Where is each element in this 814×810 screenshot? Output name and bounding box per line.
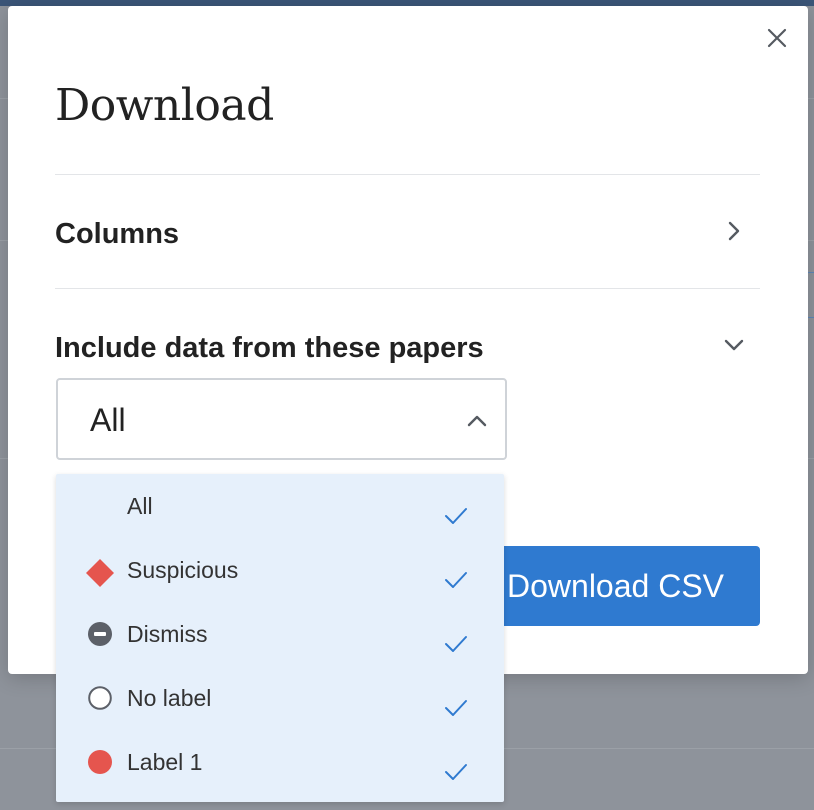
- papers-section-label: Include data from these papers: [55, 332, 484, 364]
- chevron-up-icon: [466, 410, 488, 432]
- option-no-label[interactable]: No label: [56, 666, 504, 730]
- option-label: Suspicious: [127, 557, 239, 583]
- divider: [55, 288, 760, 289]
- option-label: No label: [127, 685, 212, 711]
- dialog-title: Download: [55, 80, 274, 131]
- chevron-down-icon: [723, 334, 745, 356]
- check-icon: [444, 760, 468, 784]
- option-label: Label 1: [127, 749, 203, 775]
- paper-filter-dropdown: All Suspicious Dismiss No label Label 1: [56, 474, 504, 802]
- close-button[interactable]: [765, 26, 789, 50]
- option-dismiss[interactable]: Dismiss: [56, 602, 504, 666]
- option-label: All: [127, 493, 153, 519]
- check-icon: [444, 696, 468, 720]
- option-label-1[interactable]: Label 1: [56, 730, 504, 794]
- columns-section-toggle[interactable]: Columns: [55, 211, 760, 251]
- columns-section-label: Columns: [55, 218, 180, 250]
- red-diamond-icon: [86, 559, 114, 587]
- download-csv-button[interactable]: Download CSV: [468, 546, 760, 626]
- paper-filter-selected-value: All: [90, 402, 126, 438]
- papers-section-toggle[interactable]: Include data from these papers: [55, 325, 760, 365]
- empty-circle-icon: [88, 686, 112, 710]
- divider: [55, 174, 760, 175]
- paper-filter-select[interactable]: All: [56, 378, 507, 460]
- check-icon: [444, 504, 468, 528]
- close-icon: [767, 28, 787, 48]
- option-all[interactable]: All: [56, 474, 504, 538]
- option-suspicious[interactable]: Suspicious: [56, 538, 504, 602]
- check-icon: [444, 568, 468, 592]
- chevron-right-icon: [723, 220, 745, 242]
- option-label: Dismiss: [127, 621, 208, 647]
- check-icon: [444, 632, 468, 656]
- red-circle-icon: [88, 750, 112, 774]
- dismiss-minus-icon: [88, 622, 112, 646]
